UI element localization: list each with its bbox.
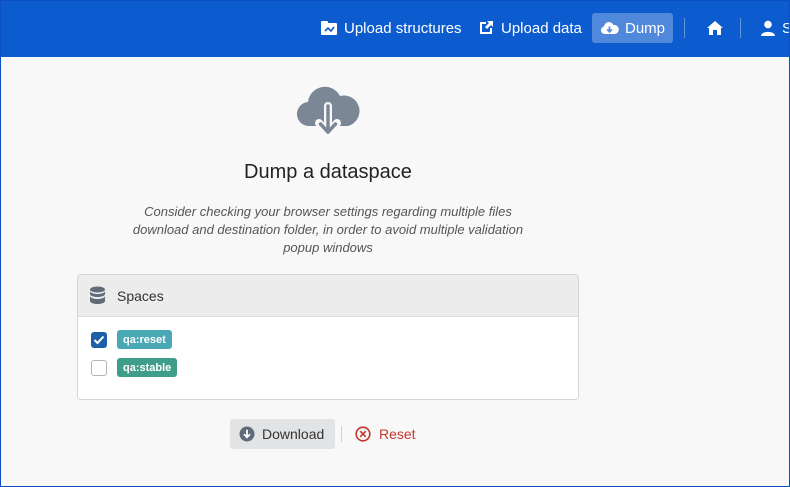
home-link[interactable] xyxy=(698,13,738,43)
close-circle-icon xyxy=(355,426,371,442)
upload-structures-link[interactable]: Upload structures xyxy=(312,13,470,43)
reset-button[interactable]: Reset xyxy=(355,419,416,449)
nav-divider xyxy=(684,18,685,38)
spaces-card-header: Spaces xyxy=(78,275,578,317)
dump-link[interactable]: Dump xyxy=(592,13,674,43)
space-tag: qa:stable xyxy=(117,358,178,377)
space-checkbox[interactable] xyxy=(91,359,107,376)
download-button[interactable]: Download xyxy=(230,419,335,449)
database-icon xyxy=(90,286,105,304)
upload-structures-icon xyxy=(321,21,337,35)
space-tag: qa:reset xyxy=(117,330,172,349)
nav-divider xyxy=(740,18,741,38)
reset-label: Reset xyxy=(379,426,416,442)
dump-label: Dump xyxy=(625,19,666,37)
spaces-card: Spaces qa:reset qa:stable xyxy=(77,274,579,400)
user-name-label: S xyxy=(782,19,790,37)
upload-data-icon xyxy=(480,21,493,34)
upload-data-label: Upload data xyxy=(501,19,582,37)
page-title: Dump a dataspace xyxy=(244,161,412,183)
space-option[interactable]: qa:stable xyxy=(91,358,178,377)
user-menu[interactable]: S xyxy=(752,13,790,43)
upload-structures-label: Upload structures xyxy=(344,19,462,37)
top-navbar: Upload structures Upload data Dump S xyxy=(0,0,790,57)
spaces-header-label: Spaces xyxy=(117,287,164,304)
arrow-down-circle-icon xyxy=(239,426,255,442)
download-label: Download xyxy=(262,426,325,442)
cloud-download-icon xyxy=(601,22,619,34)
upload-data-link[interactable]: Upload data xyxy=(469,13,590,43)
space-option[interactable]: qa:reset xyxy=(91,330,172,349)
button-divider xyxy=(341,426,342,442)
user-icon xyxy=(761,20,775,36)
cloud-download-icon xyxy=(296,86,360,137)
page-subtitle: Consider checking your browser settings … xyxy=(132,204,524,255)
home-icon xyxy=(707,21,723,35)
space-checkbox[interactable] xyxy=(91,331,107,348)
checkmark-icon xyxy=(93,335,105,344)
